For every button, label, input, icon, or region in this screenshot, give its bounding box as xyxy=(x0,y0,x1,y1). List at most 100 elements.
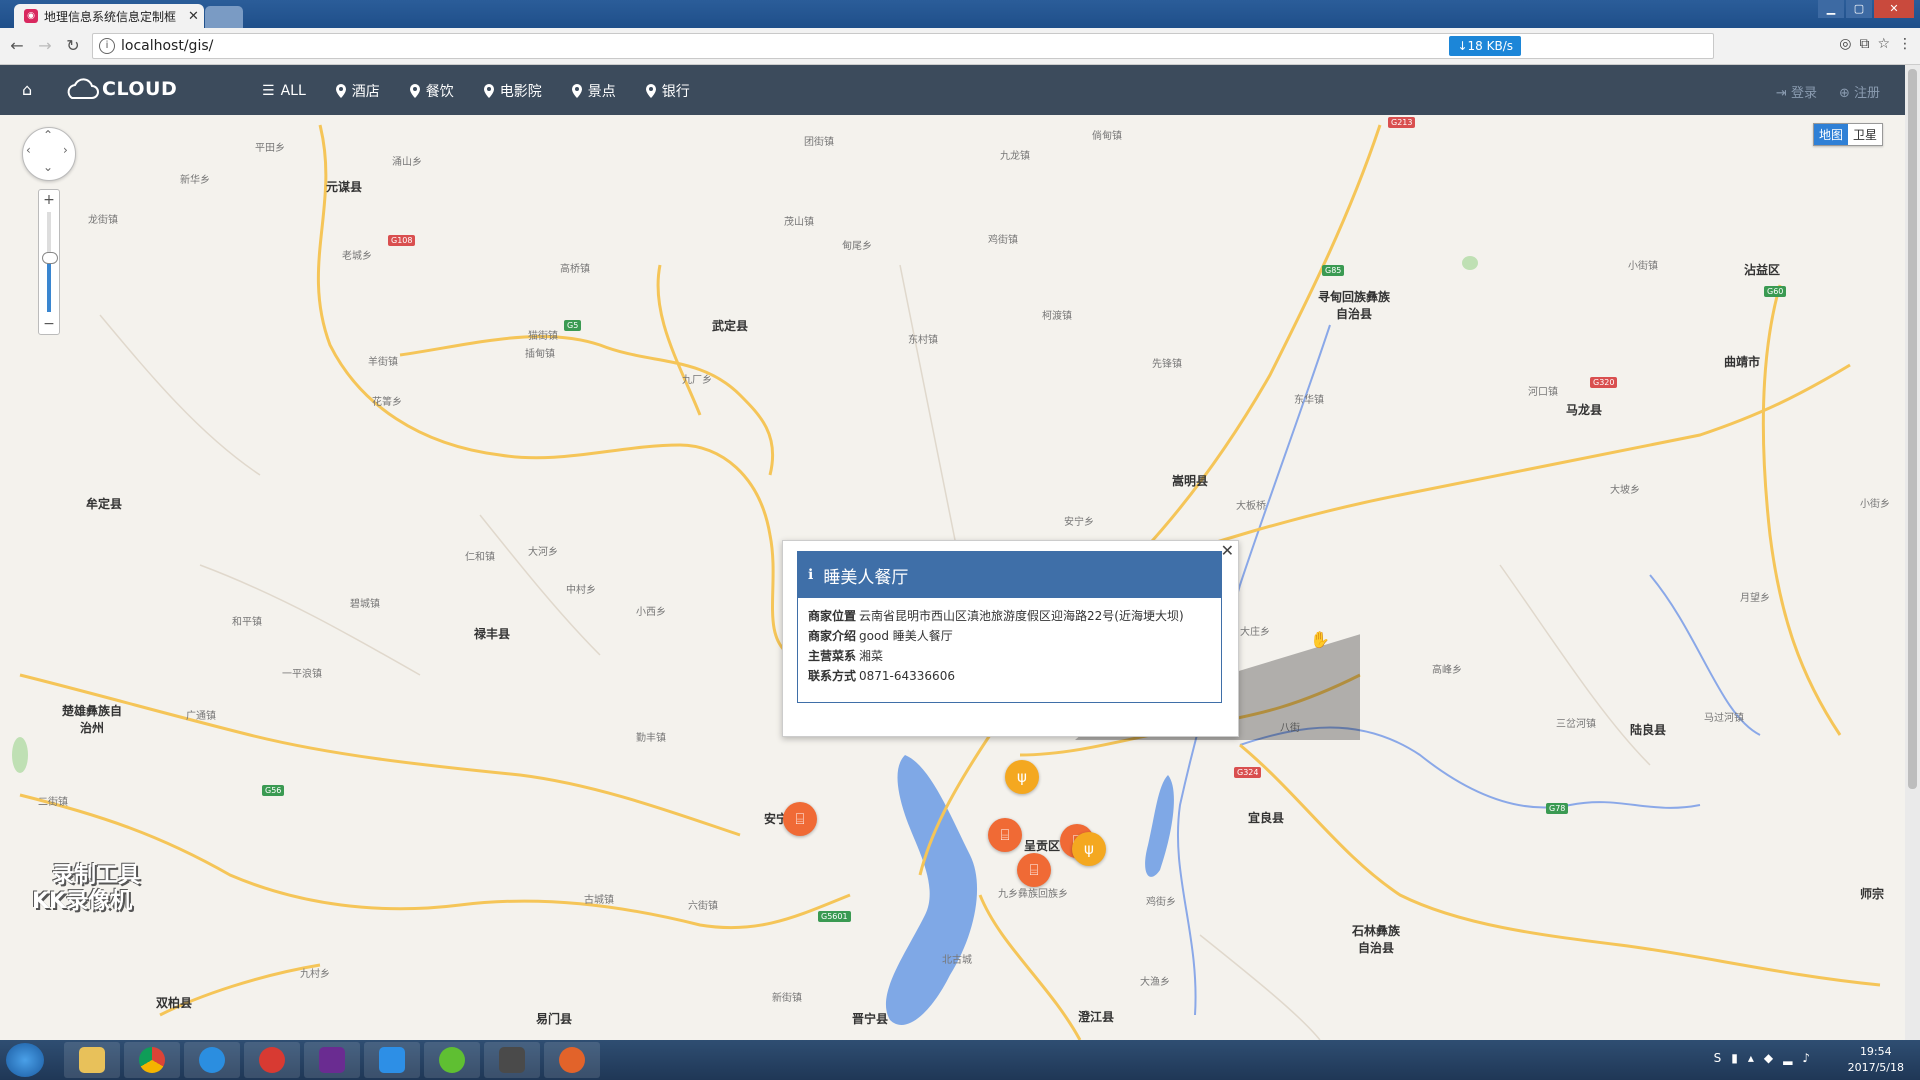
place-label: 九龙镇 xyxy=(1000,151,1030,162)
new-tab-button[interactable] xyxy=(205,6,243,28)
city-label: 晋宁县 xyxy=(852,1012,889,1026)
map-type-map-button[interactable]: 地图 xyxy=(1813,124,1848,145)
place-label: 猫街镇 xyxy=(528,331,558,342)
maximize-icon[interactable]: ▢ xyxy=(1846,0,1872,18)
music-app[interactable] xyxy=(244,1042,300,1078)
chrome-app[interactable] xyxy=(124,1042,180,1078)
city-label: 易门县 xyxy=(536,1012,573,1026)
zoom-out-button[interactable]: − xyxy=(39,316,59,332)
city-label: 石林彝族自治县 xyxy=(1351,924,1400,955)
place-label: 新街镇 xyxy=(772,993,802,1004)
reload-icon[interactable]: ↻ xyxy=(62,36,84,56)
place-label: 花箐乡 xyxy=(372,397,402,408)
zoom-control: + − xyxy=(38,189,60,335)
browser-app[interactable] xyxy=(424,1042,480,1078)
info-icon[interactable]: i xyxy=(99,38,115,54)
place-label: 团街镇 xyxy=(804,137,834,148)
place-label: 小街乡 xyxy=(1860,499,1890,510)
back-arrow-icon[interactable]: ← xyxy=(6,36,28,56)
browser-toolbar: ← → ↻ i localhost/gis/ ↓18 KB/s ◎ ⧉ ☆ ⋮ xyxy=(0,28,1920,65)
page-scrollbar[interactable] xyxy=(1905,65,1920,1040)
hotel-marker[interactable]: ⌸ xyxy=(1017,853,1051,887)
place-label: 马过河镇 xyxy=(1704,713,1744,724)
start-button[interactable] xyxy=(6,1043,44,1077)
register-label: 注册 xyxy=(1853,86,1880,101)
minimize-icon[interactable]: ▁ xyxy=(1818,0,1844,18)
pan-control[interactable]: ⌃ ⌄ ‹ › xyxy=(22,127,76,181)
system-tray: S ▮ ▴ ◆ ▂ ♪ xyxy=(1714,1051,1810,1065)
system-clock[interactable]: 19:54 2017/5/18 xyxy=(1848,1044,1904,1076)
close-window-icon[interactable]: ✕ xyxy=(1874,0,1914,18)
cloud-drive-icon xyxy=(199,1047,225,1073)
place-label: 广通镇 xyxy=(186,711,216,722)
brand-logo[interactable]: CLOUD xyxy=(64,77,177,101)
nav-item-cinema[interactable]: 电影院 xyxy=(483,81,542,101)
battery-icon[interactable]: ▮ xyxy=(1731,1051,1738,1065)
place-label: 羊街镇 xyxy=(368,357,398,368)
phpstorm-app[interactable] xyxy=(304,1042,360,1078)
map-pin-icon xyxy=(409,84,420,98)
wps-icon xyxy=(379,1047,405,1073)
browser-tab[interactable]: ◉ 地理信息系统信息定制框 ✕ xyxy=(14,4,204,28)
cloud-drive-app[interactable] xyxy=(184,1042,240,1078)
city-label: 嵩明县 xyxy=(1172,474,1209,488)
nav-item-hotel[interactable]: 酒店 xyxy=(335,81,380,101)
volume-icon[interactable]: ♪ xyxy=(1802,1051,1810,1065)
address-bar[interactable]: i localhost/gis/ ↓18 KB/s xyxy=(92,33,1714,59)
nav-item-scenic[interactable]: 景点 xyxy=(571,81,616,101)
nav-item-label: 酒店 xyxy=(351,84,380,100)
place-label: 高峰乡 xyxy=(1432,665,1462,676)
info-row-label: 主营菜系 xyxy=(808,649,857,663)
pan-down-icon[interactable]: ⌄ xyxy=(43,160,53,174)
nav-item-food[interactable]: 餐饮 xyxy=(409,81,454,101)
scrollbar-thumb[interactable] xyxy=(1908,69,1917,789)
place-label: 茂山镇 xyxy=(784,217,814,228)
zoom-in-button[interactable]: + xyxy=(39,192,59,208)
phpstorm-icon xyxy=(319,1047,345,1073)
tab-close-icon[interactable]: ✕ xyxy=(188,9,199,24)
network-icon[interactable]: ▂ xyxy=(1783,1051,1792,1065)
city-label: 双柏县 xyxy=(156,996,193,1010)
city-label: 陆良县 xyxy=(1630,723,1667,737)
pan-right-icon[interactable]: › xyxy=(63,143,68,157)
show-hidden-icon[interactable]: ▴ xyxy=(1748,1051,1754,1065)
cloud-icon xyxy=(67,78,99,99)
target-icon[interactable]: ◎ xyxy=(1839,36,1851,52)
wps-app[interactable] xyxy=(364,1042,420,1078)
place-label: 新华乡 xyxy=(180,175,210,186)
place-label: 甸尾乡 xyxy=(842,241,872,252)
zoom-slider-handle[interactable] xyxy=(42,252,58,264)
star-icon[interactable]: ☆ xyxy=(1877,36,1890,52)
pan-left-icon[interactable]: ‹ xyxy=(26,143,31,157)
info-row-label: 商家介绍 xyxy=(808,629,857,643)
nav-item-all[interactable]: ☰ ALL xyxy=(262,81,306,101)
translate-icon[interactable]: ⧉ xyxy=(1859,36,1869,52)
clock-date: 2017/5/18 xyxy=(1847,1061,1904,1074)
login-link[interactable]: ⇥ 登录 xyxy=(1776,82,1817,101)
pan-up-icon[interactable]: ⌃ xyxy=(43,128,53,142)
road-shield: G60 xyxy=(1764,286,1787,297)
clock-time: 19:54 xyxy=(1859,1045,1892,1058)
extension-icons: ◎ ⧉ ☆ ⋮ xyxy=(1839,36,1912,52)
place-label: 勤丰镇 xyxy=(636,733,666,744)
city-label: 曲靖市 xyxy=(1724,355,1761,369)
recorder-app[interactable] xyxy=(544,1042,600,1078)
register-link[interactable]: ⊕ 注册 xyxy=(1839,82,1880,101)
place-label: 六街镇 xyxy=(688,901,718,912)
explorer-app[interactable] xyxy=(64,1042,120,1078)
close-icon[interactable]: ✕ xyxy=(1221,541,1234,560)
menu-dots-icon[interactable]: ⋮ xyxy=(1898,36,1912,52)
shield-icon[interactable]: ◆ xyxy=(1764,1051,1773,1065)
input-method-icon[interactable]: S xyxy=(1714,1051,1722,1065)
home-icon[interactable]: ⌂ xyxy=(22,80,32,99)
map-pin-icon xyxy=(335,84,346,98)
poi-info-window: ✕ ℹ 睡美人餐厅 商家位置 云南省昆明市西山区滇池旅游度假区迎海路22号(近海埂… xyxy=(782,540,1239,737)
map-type-satellite-button[interactable]: 卫星 xyxy=(1847,124,1882,145)
recorder-icon xyxy=(559,1047,585,1073)
sublime-app[interactable] xyxy=(484,1042,540,1078)
forward-arrow-icon[interactable]: → xyxy=(34,36,56,56)
recorder-watermark: 录制工具 KK录像机 xyxy=(32,863,140,915)
info-panel-body: 商家位置 云南省昆明市西山区滇池旅游度假区迎海路22号(近海埂大坝) 商家介绍 go… xyxy=(798,598,1221,694)
place-label: 大板桥 xyxy=(1236,501,1266,512)
nav-item-bank[interactable]: 银行 xyxy=(645,81,690,101)
